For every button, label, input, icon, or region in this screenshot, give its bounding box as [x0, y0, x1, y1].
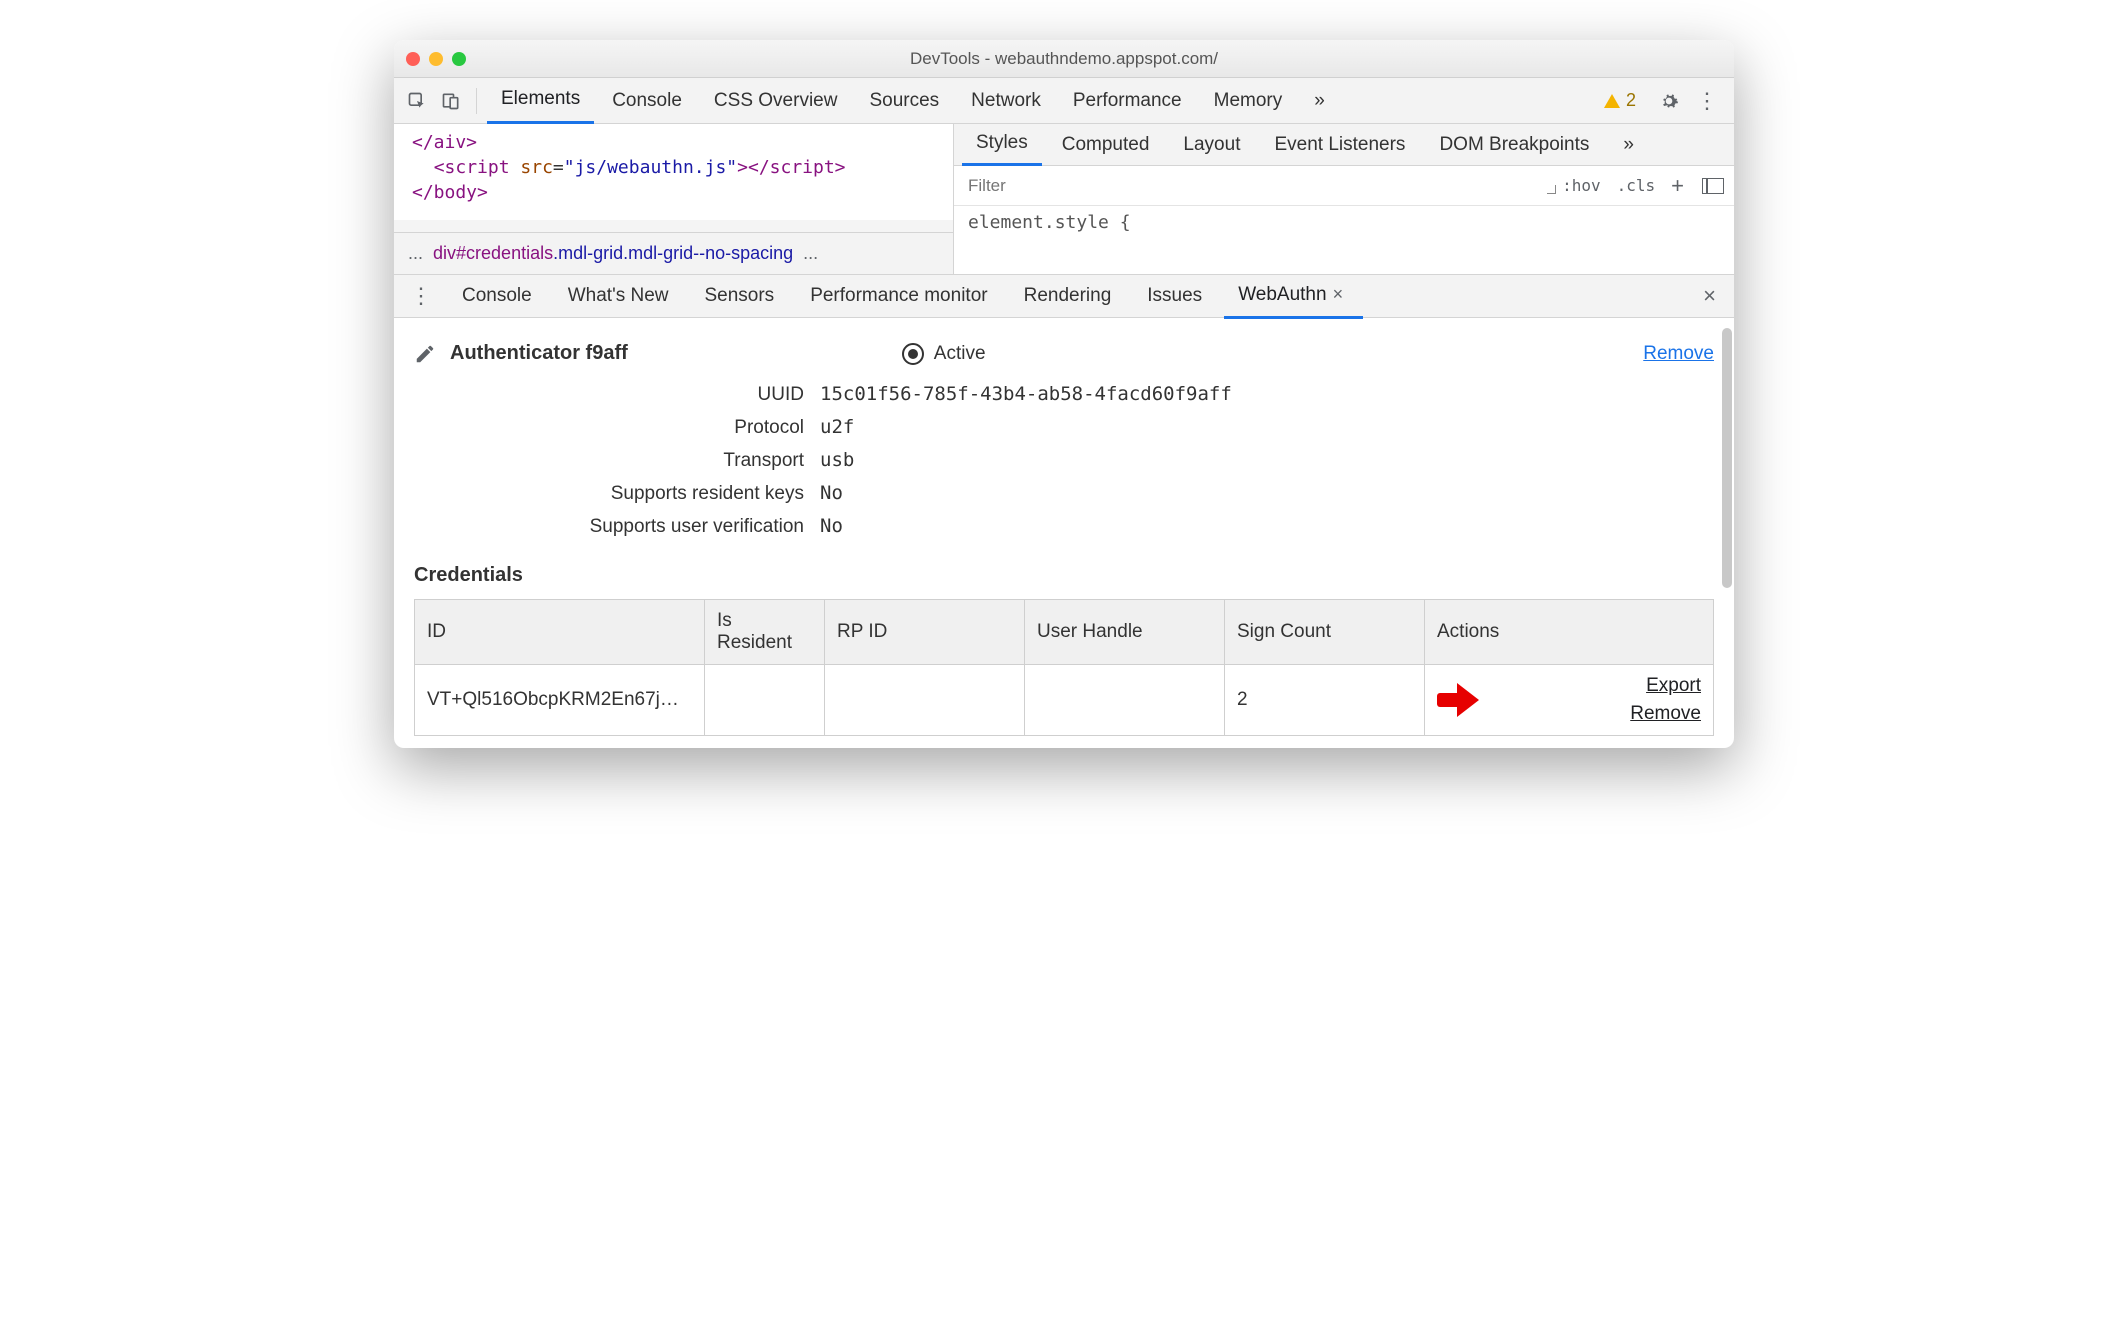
tab-elements[interactable]: Elements [487, 78, 594, 124]
export-credential-link[interactable]: Export [1646, 675, 1701, 697]
drawer-tab-perfmon[interactable]: Performance monitor [796, 273, 1001, 319]
tab-performance[interactable]: Performance [1059, 78, 1196, 124]
breadcrumb-dots[interactable]: ... [408, 243, 423, 264]
drawer-tab-webauthn[interactable]: WebAuthn × [1224, 273, 1363, 319]
prop-value-userverif: No [820, 515, 843, 537]
authenticator-header: Authenticator f9aff Active Remove [414, 342, 1714, 365]
drawer-tab-sensors[interactable]: Sensors [690, 273, 788, 319]
tab-css-overview[interactable]: CSS Overview [700, 78, 852, 124]
tab-console[interactable]: Console [598, 78, 696, 124]
subtab-computed[interactable]: Computed [1048, 124, 1164, 166]
active-radio[interactable]: Active [902, 343, 986, 365]
cell-rpid [825, 665, 1025, 736]
tab-sources[interactable]: Sources [855, 78, 953, 124]
breadcrumb: ... div#credentials.mdl-grid.mdl-grid--n… [394, 232, 953, 274]
drawer-tab-console[interactable]: Console [448, 273, 546, 319]
hov-toggle[interactable]: :hov [1554, 176, 1609, 195]
th-signcount: Sign Count [1225, 600, 1425, 665]
cell-isresident [705, 665, 825, 736]
remove-authenticator-link[interactable]: Remove [1643, 343, 1714, 365]
prop-value-protocol: u2f [820, 416, 854, 438]
styles-pane: Styles Computed Layout Event Listeners D… [954, 124, 1734, 274]
styles-filter-row: :hov .cls + [954, 166, 1734, 206]
active-label: Active [934, 343, 986, 365]
radio-icon [902, 343, 924, 365]
cell-signcount: 2 [1225, 665, 1425, 736]
styles-tab-bar: Styles Computed Layout Event Listeners D… [954, 124, 1734, 166]
prop-label-protocol: Protocol [474, 417, 804, 439]
prop-value-uuid: 15c01f56-785f-43b4-ab58-4facd60f9aff [820, 383, 1232, 405]
subtab-eventlisteners[interactable]: Event Listeners [1260, 124, 1419, 166]
drawer-tab-whatsnew[interactable]: What's New [554, 273, 683, 319]
table-row: VT+Ql516ObcpKRM2En67j… 2 Export Remove [415, 665, 1714, 736]
warnings-badge[interactable]: 2 [1604, 90, 1636, 111]
prop-value-resident: No [820, 482, 843, 504]
device-toggle-icon[interactable] [436, 86, 466, 116]
authenticator-title: Authenticator f9aff [450, 342, 628, 365]
credentials-heading: Credentials [414, 564, 1714, 587]
cell-id: VT+Ql516ObcpKRM2En67j… [415, 665, 705, 736]
tab-memory[interactable]: Memory [1200, 78, 1297, 124]
styles-filter-input[interactable] [954, 166, 1542, 205]
settings-icon[interactable] [1654, 86, 1684, 116]
drawer-menu-icon[interactable]: ⋮ [402, 283, 440, 309]
subtab-dombreakpoints[interactable]: DOM Breakpoints [1425, 124, 1603, 166]
cls-toggle[interactable]: .cls [1609, 176, 1664, 195]
webauthn-panel: Authenticator f9aff Active Remove UUID 15… [394, 318, 1734, 748]
elements-dom-pane: </aiv> <script src="js/webauthn.js"></sc… [394, 124, 954, 274]
arrow-annotation-icon [1437, 685, 1479, 715]
prop-label-transport: Transport [474, 450, 804, 472]
inspect-icon[interactable] [402, 86, 432, 116]
prop-value-transport: usb [820, 449, 854, 471]
titlebar: DevTools - webauthndemo.appspot.com/ [394, 40, 1734, 78]
credentials-table: ID Is Resident RP ID User Handle Sign Co… [414, 599, 1714, 736]
prop-label-uuid: UUID [474, 384, 804, 406]
subtab-styles[interactable]: Styles [962, 124, 1042, 166]
window-title: DevTools - webauthndemo.appspot.com/ [394, 49, 1734, 69]
prop-label-userverif: Supports user verification [474, 516, 804, 538]
toggle-computed-panel-icon[interactable] [1702, 178, 1724, 194]
more-tabs-icon[interactable]: » [1300, 78, 1339, 124]
tab-network[interactable]: Network [957, 78, 1055, 124]
resize-corner-icon [1542, 180, 1554, 192]
breadcrumb-tag[interactable]: div#credentials [433, 243, 553, 263]
drawer-tab-bar: ⋮ Console What's New Sensors Performance… [394, 274, 1734, 318]
main-tab-bar: Elements Console CSS Overview Sources Ne… [394, 78, 1734, 124]
breadcrumb-dots-right[interactable]: ... [803, 243, 818, 264]
cell-userhandle [1025, 665, 1225, 736]
edit-icon[interactable] [414, 343, 436, 365]
close-tab-icon[interactable]: × [1327, 284, 1350, 305]
authenticator-properties: UUID 15c01f56-785f-43b4-ab58-4facd60f9aff… [474, 383, 1714, 538]
more-subtabs-icon[interactable]: » [1609, 124, 1648, 166]
subtab-layout[interactable]: Layout [1169, 124, 1254, 166]
th-isresident: Is Resident [705, 600, 825, 665]
element-style-block[interactable]: element.style { [954, 206, 1734, 239]
th-id: ID [415, 600, 705, 665]
warnings-count: 2 [1626, 90, 1636, 111]
th-rpid: RP ID [825, 600, 1025, 665]
cell-actions: Export Remove [1425, 665, 1714, 736]
close-drawer-icon[interactable]: × [1693, 283, 1726, 309]
th-userhandle: User Handle [1025, 600, 1225, 665]
drawer-tab-issues[interactable]: Issues [1133, 273, 1216, 319]
elements-split: </aiv> <script src="js/webauthn.js"></sc… [394, 124, 1734, 274]
breadcrumb-classes[interactable]: .mdl-grid.mdl-grid--no-spacing [553, 243, 793, 263]
table-header-row: ID Is Resident RP ID User Handle Sign Co… [415, 600, 1714, 665]
remove-credential-link[interactable]: Remove [1630, 703, 1701, 725]
vertical-scrollbar[interactable] [1722, 328, 1732, 588]
devtools-window: DevTools - webauthndemo.appspot.com/ Ele… [394, 40, 1734, 748]
prop-label-resident: Supports resident keys [474, 483, 804, 505]
new-style-rule-icon[interactable]: + [1663, 173, 1692, 199]
dom-tree[interactable]: </aiv> <script src="js/webauthn.js"></sc… [394, 124, 953, 218]
warning-icon [1604, 94, 1620, 108]
th-actions: Actions [1425, 600, 1714, 665]
menu-icon[interactable]: ⋮ [1688, 88, 1726, 114]
horizontal-scrollbar[interactable] [394, 220, 953, 232]
drawer-tab-rendering[interactable]: Rendering [1010, 273, 1126, 319]
